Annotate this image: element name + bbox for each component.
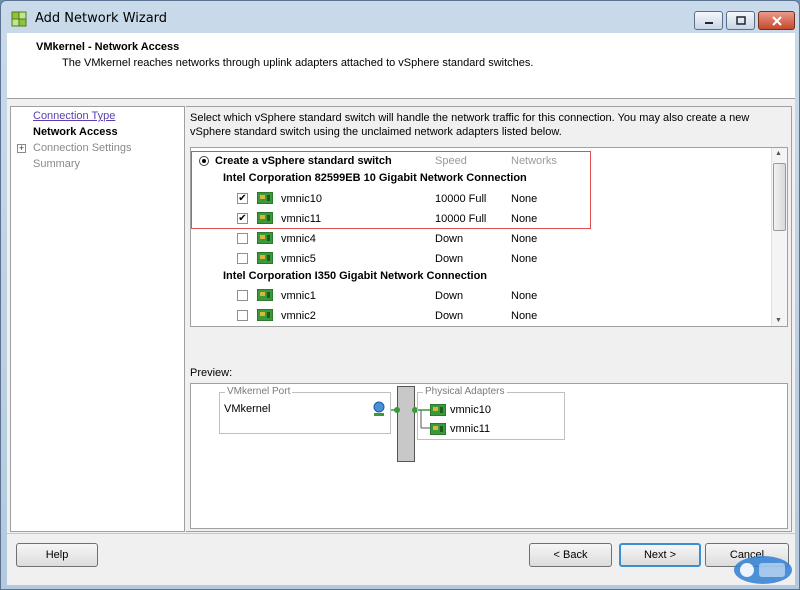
title-bar[interactable]: Add Network Wizard	[1, 1, 800, 33]
network-adapter-icon	[430, 423, 446, 435]
adapter-speed: Down	[435, 310, 464, 322]
add-network-wizard-window: Add Network Wizard VMkernel - Network Ac…	[0, 0, 800, 590]
speed-column-header: Speed	[435, 155, 467, 167]
adapter-list: Create a vSphere standard switch Speed N…	[190, 147, 788, 327]
minimize-icon	[704, 21, 713, 24]
adapter-name: vmnic4	[281, 233, 316, 245]
adapter-name: vmnic10	[281, 193, 322, 205]
physical-adapter-name: vmnic10	[450, 404, 491, 416]
minimize-button[interactable]	[694, 11, 723, 30]
adapter-row[interactable]: ✔ vmnic11 10000 Full None	[191, 210, 773, 230]
network-adapter-icon	[257, 212, 273, 224]
help-button[interactable]: Help	[16, 543, 98, 567]
vmkernel-port-icon	[373, 401, 385, 416]
scroll-down-icon[interactable]: ▼	[775, 317, 782, 324]
network-adapter-icon	[257, 289, 273, 301]
adapter-checkbox[interactable]	[237, 310, 248, 321]
create-switch-radio[interactable]	[199, 156, 209, 166]
wizard-client-area: VMkernel - Network Access The VMkernel r…	[7, 33, 795, 585]
adapter-networks: None	[511, 213, 538, 225]
adapter-speed: Down	[435, 290, 464, 302]
adapter-networks: None	[511, 253, 538, 265]
adapter-checkbox[interactable]: ✔	[237, 193, 248, 204]
close-icon	[771, 15, 782, 26]
page-title: VMkernel - Network Access	[36, 41, 180, 53]
window-title: Add Network Wizard	[35, 11, 168, 26]
physical-adapter-name: vmnic11	[450, 423, 491, 435]
adapter-name: vmnic1	[281, 290, 316, 302]
adapter-row[interactable]: vmnic4 Down None	[191, 230, 773, 250]
network-adapter-icon	[430, 404, 446, 416]
adapter-networks: None	[511, 310, 538, 322]
page-subtitle: The VMkernel reaches networks through up…	[62, 57, 534, 69]
adapter-group-header: Intel Corporation I350 Gigabit Network C…	[223, 270, 488, 282]
adapter-name: vmnic11	[281, 213, 322, 225]
adapter-row[interactable]: vmnic2 Down None	[191, 307, 773, 326]
adapter-name: vmnic2	[281, 310, 316, 322]
network-adapter-icon	[257, 252, 273, 264]
adapter-checkbox[interactable]	[237, 290, 248, 301]
vmkernel-port-box: VMkernel Port VMkernel	[219, 386, 391, 434]
nav-item-connection-settings: Connection Settings	[33, 142, 132, 154]
physical-adapters-legend: Physical Adapters	[423, 386, 507, 397]
nav-item-summary: Summary	[33, 158, 81, 170]
instructions-text: Select which vSphere standard switch wil…	[190, 112, 750, 138]
vmkernel-port-name: VMkernel	[224, 403, 271, 415]
network-adapter-icon	[257, 232, 273, 244]
maximize-button[interactable]	[726, 11, 755, 30]
scrollbar-thumb[interactable]	[773, 163, 786, 231]
adapter-row[interactable]: vmnic1 Down None	[191, 287, 773, 307]
preview-label: Preview:	[190, 367, 233, 379]
vsphere-wizard-icon	[11, 11, 27, 27]
adapter-checkbox[interactable]: ✔	[237, 213, 248, 224]
close-button[interactable]	[758, 11, 795, 30]
adapter-row[interactable]: vmnic5 Down None	[191, 250, 773, 270]
wizard-steps-nav: Connection Type Network Access + Connect…	[10, 106, 185, 532]
network-adapter-icon	[257, 309, 273, 321]
network-access-pane: Select which vSphere standard switch wil…	[186, 106, 792, 532]
nav-item-connection-type[interactable]: Connection Type	[33, 110, 115, 122]
vmkernel-port-legend: VMkernel Port	[225, 386, 293, 397]
maximize-icon	[735, 16, 746, 25]
adapter-list-scrollbar[interactable]: ▲ ▼	[771, 148, 787, 326]
footer-separator	[7, 533, 795, 534]
adapter-speed: Down	[435, 253, 464, 265]
next-button[interactable]: Next >	[619, 543, 701, 567]
networks-column-header: Networks	[511, 155, 557, 167]
site-logo-watermark	[734, 556, 792, 584]
adapter-speed: 10000 Full	[435, 213, 487, 225]
adapter-speed: 10000 Full	[435, 193, 487, 205]
adapter-row[interactable]: ✔ vmnic10 10000 Full None	[191, 190, 773, 210]
network-adapter-icon	[257, 192, 273, 204]
adapter-networks: None	[511, 233, 538, 245]
adapter-checkbox[interactable]	[237, 233, 248, 244]
create-switch-option-row[interactable]: Create a vSphere standard switch Speed N…	[191, 152, 773, 172]
adapter-name: vmnic5	[281, 253, 316, 265]
adapter-networks: None	[511, 290, 538, 302]
back-button[interactable]: < Back	[529, 543, 612, 567]
adapter-speed: Down	[435, 233, 464, 245]
nav-item-network-access: Network Access	[33, 126, 118, 138]
physical-adapters-box: Physical Adapters vmnic10 vmnic11	[417, 386, 565, 440]
port-dot-icon	[394, 407, 400, 413]
adapter-checkbox[interactable]	[237, 253, 248, 264]
vswitch-bar	[397, 386, 415, 462]
create-switch-label[interactable]: Create a vSphere standard switch	[215, 155, 392, 167]
wizard-header: VMkernel - Network Access The VMkernel r…	[7, 33, 795, 99]
expand-plus-icon[interactable]: +	[17, 144, 26, 153]
adapter-group-header: Intel Corporation 82599EB 10 Gigabit Net…	[223, 172, 527, 184]
adapter-networks: None	[511, 193, 538, 205]
preview-diagram: VMkernel Port VMkernel Physical Adapters…	[190, 383, 788, 529]
scroll-up-icon[interactable]: ▲	[775, 150, 782, 157]
